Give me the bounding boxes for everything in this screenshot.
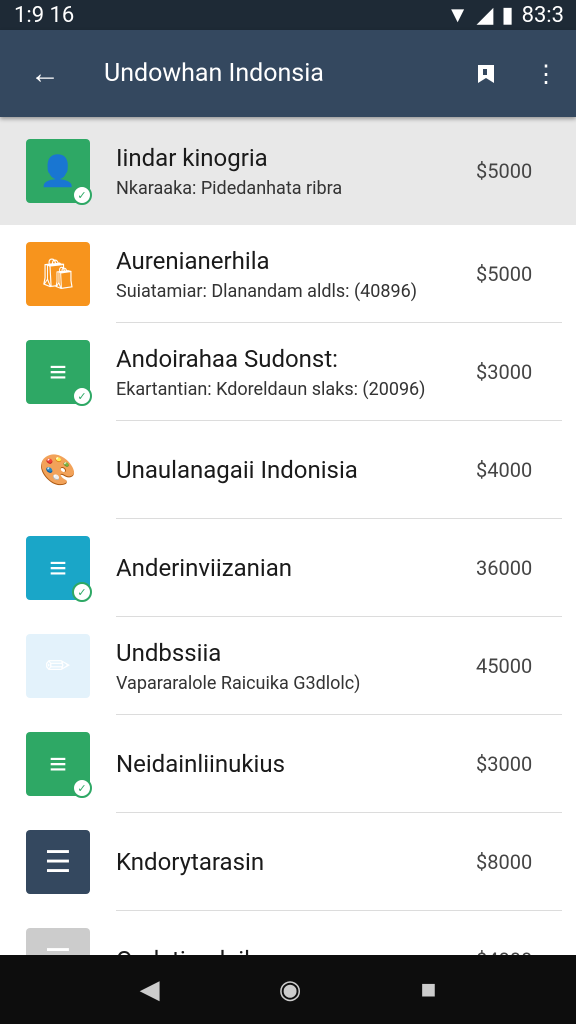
nav-home-icon[interactable]: ◉ (279, 975, 302, 1005)
notes-icon: ☰ (26, 928, 90, 955)
battery-text: 83:3 (521, 2, 564, 28)
page-title: Undowhan Indonsia (104, 59, 324, 88)
pencil-icon: ✏ (26, 634, 90, 698)
item-price: $3000 (476, 360, 533, 384)
list-item[interactable]: ≡ ✓ Andoirahaa Sudonst: Ekartantian: Kdo… (0, 323, 576, 421)
item-icon-wrap: ✏ (0, 634, 116, 698)
check-badge-icon: ✓ (72, 582, 92, 602)
item-icon-wrap: 👤 ✓ (0, 139, 116, 205)
document-icon: ≡ ✓ (26, 732, 92, 798)
wifi-icon: ▼ (446, 3, 469, 28)
item-price: 45000 (476, 654, 533, 678)
nav-recents-icon[interactable]: ■ (421, 974, 437, 1005)
item-name: Ondetinedaila (116, 946, 476, 955)
item-name: Anderinviizanian (116, 554, 293, 582)
item-icon-wrap: ≡ ✓ (0, 732, 116, 798)
item-name: Unaulanagaii Indonisia (116, 456, 358, 484)
list-item[interactable]: 🎨 Unaulanagaii Indonisia $4000 (0, 421, 576, 519)
navigation-bar: ◀ ◉ ■ (0, 955, 576, 1024)
item-name: Andoirahaa Sudonst: (116, 344, 338, 373)
item-name: Undbssiia (116, 638, 222, 667)
item-list: 👤 ✓ Iindar kinogria Nkaraaka: Pidedanhat… (0, 117, 576, 955)
item-subtitle: Nkaraaka: Pidedanhata ribra (116, 177, 343, 199)
status-icons: ▼ ◢ ▮ 83:3 (446, 2, 564, 29)
document-icon: ≡ ✓ (26, 340, 92, 406)
item-text: Ondetinedaila (116, 946, 476, 955)
list-item[interactable]: ☰ Kndorytarasin $8000 (0, 813, 576, 911)
more-vert-icon[interactable]: ⋮ (516, 60, 576, 88)
item-subtitle: Suiatamiar: Dlanandam aldls: (40896) (116, 280, 417, 302)
item-icon-wrap: ☰ (0, 830, 116, 894)
notes-icon: ☰ (26, 830, 90, 894)
item-name: Iindar kinogria (116, 143, 268, 172)
item-name: Aurenianerhila (116, 246, 270, 275)
item-text: Kndorytarasin (116, 848, 476, 876)
item-icon-wrap: 🎨 (0, 438, 116, 502)
paint-splash-icon: 🎨 (26, 438, 90, 502)
status-bar: 1:9 16 ▼ ◢ ▮ 83:3 (0, 0, 576, 30)
battery-icon: ▮ (501, 2, 514, 28)
check-badge-icon: ✓ (72, 386, 92, 406)
item-subtitle: Ekartantian: Kdoreldaun slaks: (20096) (116, 378, 426, 400)
item-price: 36000 (476, 556, 533, 580)
item-subtitle: Vapararalole Raicuika G3dlolc) (116, 672, 361, 694)
item-name: Kndorytarasin (116, 848, 265, 876)
app-bar: ← Undowhan Indonsia ⋮ (0, 30, 576, 117)
item-text: Neidainliinukius (116, 750, 476, 778)
item-price: $5000 (476, 159, 533, 183)
signal-icon: ◢ (476, 2, 494, 28)
item-price: $4000 (476, 948, 576, 955)
item-text: Undbssiia Vapararalole Raicuika G3dlolc) (116, 639, 476, 694)
item-price: $3000 (476, 752, 533, 776)
list-item[interactable]: ≡ ✓ Anderinviizanian 36000 (0, 519, 576, 617)
item-icon-wrap: ≡ ✓ (0, 340, 116, 406)
item-price: $5000 (476, 262, 533, 286)
item-price: $8000 (476, 850, 533, 874)
list-item[interactable]: ✏ Undbssiia Vapararalole Raicuika G3dlol… (0, 617, 576, 715)
list-item[interactable]: ≡ ✓ Neidainliinukius $3000 (0, 715, 576, 813)
list-item[interactable]: ☰ Ondetinedaila $4000 (0, 911, 576, 955)
person-photo-icon: 👤 ✓ (26, 139, 92, 205)
back-arrow-icon[interactable]: ← (0, 56, 90, 91)
nav-back-icon[interactable]: ◀ (140, 975, 160, 1005)
item-name: Neidainliinukius (116, 750, 285, 778)
shopping-bag-icon: 🛍 (26, 242, 90, 306)
item-text: Iindar kinogria Nkaraaka: Pidedanhata ri… (116, 144, 476, 199)
list-item[interactable]: 👤 ✓ Iindar kinogria Nkaraaka: Pidedanhat… (0, 117, 576, 225)
status-time: 1:9 16 (14, 2, 75, 28)
document-icon: ≡ ✓ (26, 536, 92, 602)
item-text: Andoirahaa Sudonst: Ekartantian: Kdoreld… (116, 345, 476, 400)
bookmark-icon[interactable] (456, 61, 516, 87)
check-badge-icon: ✓ (72, 778, 92, 798)
item-icon-wrap: 🛍 (0, 242, 116, 306)
check-badge-icon: ✓ (72, 185, 92, 205)
item-text: Anderinviizanian (116, 554, 476, 582)
item-text: Unaulanagaii Indonisia (116, 456, 476, 484)
item-price: $4000 (476, 458, 533, 482)
list-item[interactable]: 🛍 Aurenianerhila Suiatamiar: Dlanandam a… (0, 225, 576, 323)
item-text: Aurenianerhila Suiatamiar: Dlanandam ald… (116, 247, 476, 302)
item-icon-wrap: ☰ (0, 928, 116, 955)
item-icon-wrap: ≡ ✓ (0, 536, 116, 602)
